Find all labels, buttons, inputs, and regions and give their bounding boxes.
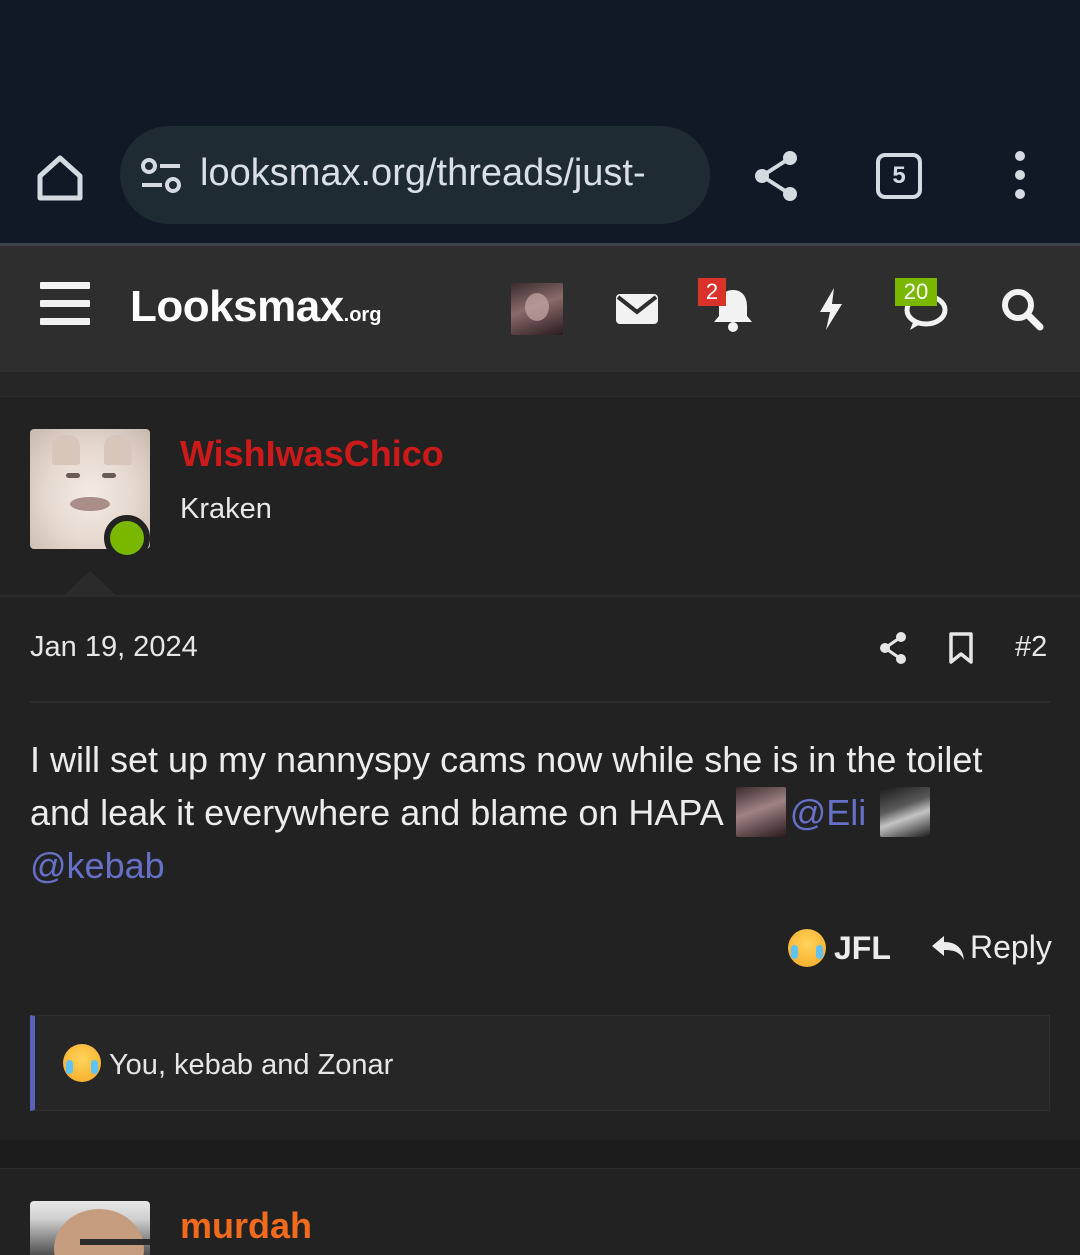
- crying-laughing-emoji-icon: [63, 1044, 101, 1082]
- mention-avatar-eli: [735, 787, 786, 837]
- search-icon[interactable]: [997, 284, 1047, 334]
- browser-toolbar: looksmax.org/threads/just- 5: [0, 0, 1080, 246]
- share-icon[interactable]: [878, 631, 908, 665]
- reactions-bar[interactable]: You, kebab and Zonar: [30, 1015, 1050, 1111]
- post-spacer: [0, 1140, 1080, 1168]
- post-meta: Jan 19, 2024 #2: [0, 597, 1080, 703]
- mention-kebab[interactable]: @kebab: [30, 845, 165, 886]
- share-icon[interactable]: [750, 148, 802, 204]
- post-number-link[interactable]: #2: [1015, 631, 1047, 664]
- lightning-icon[interactable]: [806, 284, 856, 334]
- logo-main: Looksmax: [130, 282, 344, 331]
- url-text: looksmax.org/threads/just-: [200, 152, 646, 194]
- user-avatar[interactable]: [30, 1201, 150, 1255]
- reply-button[interactable]: Reply: [930, 929, 1052, 966]
- crying-laughing-emoji-icon: [788, 929, 826, 967]
- post-date[interactable]: Jan 19, 2024: [30, 631, 198, 664]
- user-block-pointer: [62, 571, 118, 597]
- online-status-indicator: [104, 515, 150, 561]
- home-icon[interactable]: [30, 148, 90, 208]
- header-spacer: [0, 372, 1080, 396]
- logo-suffix: .org: [343, 304, 382, 326]
- mention-avatar-kebab: [880, 787, 931, 837]
- alerts-count-badge: 2: [698, 278, 726, 306]
- tab-switcher-button[interactable]: 5: [876, 153, 922, 199]
- jfl-reaction-button[interactable]: JFL: [788, 929, 891, 967]
- bookmark-icon[interactable]: [948, 631, 974, 665]
- thread-post: murdah: [0, 1168, 1080, 1255]
- reply-arrow-icon: [932, 936, 964, 960]
- thread-post: WishIwasChico Kraken Jan 19, 2024 #2 I w…: [0, 396, 1080, 1140]
- site-logo[interactable]: Looksmax.org: [130, 282, 381, 332]
- jfl-label: JFL: [834, 930, 891, 966]
- post-username[interactable]: murdah: [180, 1205, 312, 1247]
- hamburger-menu-icon[interactable]: [40, 282, 90, 328]
- address-bar[interactable]: looksmax.org/threads/just-: [120, 126, 710, 224]
- post-body: I will set up my nannyspy cams now while…: [30, 733, 1050, 892]
- post-user-block: WishIwasChico Kraken: [0, 397, 1080, 597]
- mention-eli[interactable]: @Eli: [790, 792, 867, 833]
- reactions-summary-text: You, kebab and Zonar: [109, 1049, 394, 1081]
- more-menu-icon[interactable]: [1010, 150, 1030, 200]
- account-avatar[interactable]: [511, 283, 563, 335]
- conversations-count-badge: 20: [895, 278, 937, 306]
- post-username[interactable]: WishIwasChico: [180, 433, 444, 475]
- user-title: Kraken: [180, 493, 272, 525]
- reply-label: Reply: [970, 929, 1052, 965]
- envelope-icon[interactable]: [612, 284, 662, 334]
- site-header: Looksmax.org 2 20: [0, 246, 1080, 372]
- meta-divider: [30, 701, 1050, 703]
- site-settings-icon[interactable]: [140, 156, 182, 196]
- post-actions: JFL Reply: [0, 921, 1080, 981]
- reactions-summary: You, kebab and Zonar: [63, 1044, 393, 1082]
